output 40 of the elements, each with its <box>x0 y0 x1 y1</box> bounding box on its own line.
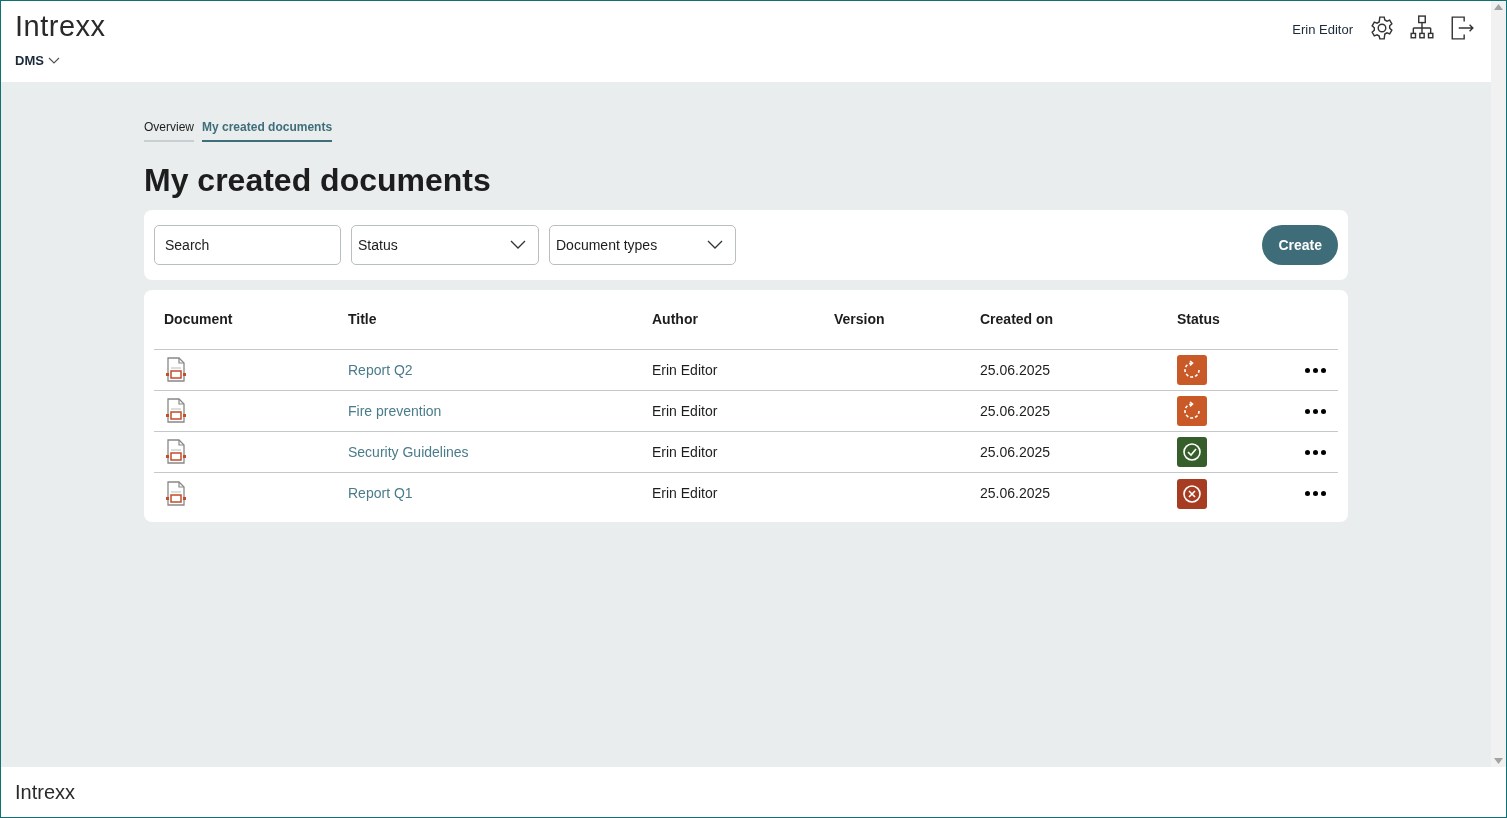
column-header: Status <box>1177 310 1221 329</box>
logout-icon[interactable] <box>1449 15 1475 41</box>
table-cell-text: Erin Editor <box>652 401 719 421</box>
search-field[interactable]: Search <box>154 225 341 265</box>
chevron-down-icon <box>707 240 723 250</box>
column-header: Author <box>652 310 699 329</box>
page-title: My created documents <box>144 161 492 200</box>
tab[interactable]: My created documents <box>202 118 333 142</box>
footer-logo: Intrexx <box>15 780 76 805</box>
logo: Intrexx <box>15 9 106 43</box>
column-header: Title <box>348 310 378 329</box>
settings-icon[interactable] <box>1369 15 1395 41</box>
app-menu[interactable]: DMS <box>15 51 60 71</box>
table-cell-text: 25.06.2025 <box>980 442 1052 462</box>
document-icon <box>164 357 188 383</box>
more-button[interactable] <box>1303 489 1328 498</box>
table-cell-text: Erin Editor <box>652 484 719 503</box>
table-cell-text: Erin Editor <box>652 360 719 380</box>
tab[interactable]: Overview <box>144 118 194 142</box>
sitemap-icon[interactable] <box>1409 15 1435 41</box>
title-link[interactable]: Security Guidelines <box>348 441 469 463</box>
title-link[interactable]: Fire prevention <box>348 400 442 422</box>
status-dropdown[interactable]: Status <box>351 225 539 265</box>
table-cell-text: 25.06.2025 <box>980 484 1052 503</box>
user-name[interactable]: Erin Editor <box>1292 20 1353 40</box>
column-header: Document <box>164 310 234 329</box>
column-header: Created on <box>980 310 1055 329</box>
chevron-down-icon <box>47 56 60 65</box>
title-link[interactable]: Report Q2 <box>348 359 413 381</box>
document-icon <box>164 398 188 424</box>
title-link[interactable]: Report Q1 <box>348 483 413 504</box>
table-cell-text: 25.06.2025 <box>980 401 1052 421</box>
document-icon <box>164 439 188 465</box>
document-icon <box>164 480 188 507</box>
table-cell-text: 25.06.2025 <box>980 360 1052 380</box>
column-header: Version <box>834 310 886 329</box>
chevron-down-icon <box>510 240 526 250</box>
document-types-dropdown[interactable]: Document types <box>549 225 736 265</box>
table-cell-text: Erin Editor <box>652 442 719 462</box>
create-button[interactable]: Create <box>1262 225 1338 265</box>
